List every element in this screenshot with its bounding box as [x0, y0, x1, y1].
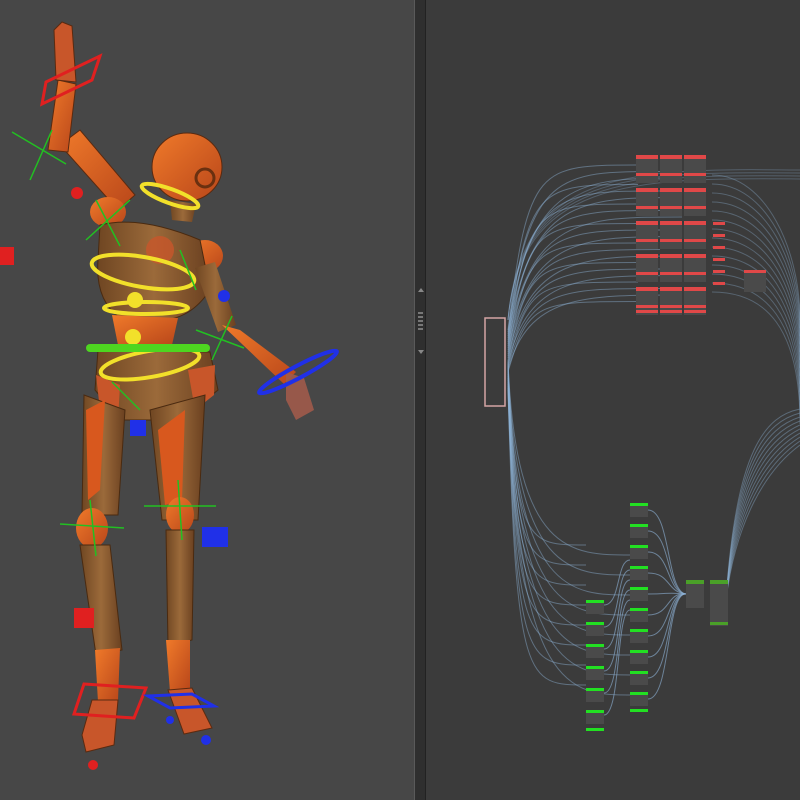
collapse-left-arrow-icon[interactable] [418, 288, 424, 292]
ctrl-node[interactable] [636, 254, 658, 282]
ik-elbow-right-pole [218, 290, 230, 302]
ctrl-node[interactable] [636, 188, 658, 216]
ctrl-node[interactable] [636, 221, 658, 249]
fk-spine-handle[interactable] [127, 292, 143, 308]
ik-elbow-left-pole [71, 187, 83, 199]
mannequin-figure[interactable] [47, 21, 314, 753]
ctrl-node-header [636, 254, 658, 258]
node-graph-nodes[interactable] [484, 155, 766, 731]
ctrl-node[interactable] [660, 188, 682, 216]
mannequin-foot-left [81, 699, 119, 753]
ctrl-node-header [660, 188, 682, 192]
3d-viewport[interactable] [0, 0, 414, 800]
ctrl-node[interactable] [684, 188, 706, 216]
ctrl-node[interactable] [636, 155, 658, 183]
ctrl-node-header [660, 254, 682, 258]
center-of-mass-control[interactable] [86, 344, 210, 352]
ctrl-node-header [660, 221, 682, 225]
mannequin-forearm-right [222, 325, 296, 384]
ctrl-node[interactable] [684, 221, 706, 249]
ctrl-node[interactable] [660, 254, 682, 282]
mannequin-abdomen [112, 315, 178, 345]
ctrl-node-header [636, 221, 658, 225]
ctrl-node-header [660, 155, 682, 159]
panel-splitter[interactable] [414, 0, 426, 800]
ik-hip-right-box [130, 420, 146, 436]
ctrl-node-header [660, 287, 682, 291]
ctrl-node-header [684, 287, 706, 291]
merge-node[interactable] [686, 580, 704, 608]
node-graph-canvas[interactable] [426, 0, 800, 800]
ik-toe-left-pivot [88, 760, 98, 770]
rig-editor-window [0, 0, 800, 800]
ctrl-node-header [636, 155, 658, 159]
output-node[interactable] [710, 580, 728, 626]
ctrl-node[interactable] [684, 254, 706, 282]
fk-hip-handle[interactable] [125, 329, 141, 345]
ctrl-node-header [636, 188, 658, 192]
ik-toe-right-pivot [201, 735, 211, 745]
mannequin-head [151, 132, 223, 202]
mannequin-shin-right [165, 529, 195, 646]
ctrl-node[interactable] [660, 221, 682, 249]
ctrl-node-header [636, 287, 658, 291]
ik-solver-node[interactable] [744, 270, 766, 292]
mannequin-upper-arm-raised [59, 129, 136, 211]
ctrl-node[interactable] [684, 155, 706, 183]
ctrl-node[interactable] [660, 155, 682, 183]
ik-knee-left-box [74, 608, 94, 628]
ik-knee-right-box [202, 527, 228, 547]
ik-shoulder-left-box [0, 247, 14, 265]
ctrl-node-header [684, 254, 706, 258]
ctrl-node-header [684, 155, 706, 159]
splitter-grip-icon [418, 312, 423, 314]
collapse-right-arrow-icon[interactable] [418, 350, 424, 354]
ctrl-node-header [684, 188, 706, 192]
ctrl-node-header [684, 221, 706, 225]
mannequin-shin-left [79, 544, 123, 656]
ik-heel-right-pivot [166, 716, 174, 724]
root-node[interactable] [484, 317, 506, 407]
node-graph-editor[interactable] [426, 0, 800, 800]
viewport-canvas[interactable] [0, 0, 414, 800]
